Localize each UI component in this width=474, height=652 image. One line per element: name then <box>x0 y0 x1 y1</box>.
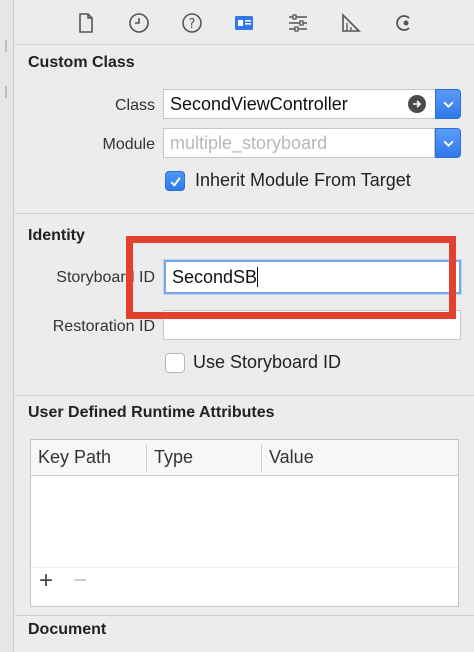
module-placeholder: multiple_storyboard <box>170 133 328 153</box>
checkmark-icon <box>169 176 181 187</box>
left-gutter <box>0 0 14 652</box>
use-storyboard-id-checkbox[interactable] <box>165 353 185 373</box>
chevron-down-icon <box>442 101 454 108</box>
gutter-mark <box>5 86 7 98</box>
connections-icon[interactable] <box>391 10 417 36</box>
inspector-toolbar: ? <box>15 0 474 45</box>
attributes-icon[interactable] <box>285 10 311 36</box>
column-header-type[interactable]: Type <box>147 440 261 476</box>
identity-title: Identity <box>28 227 85 244</box>
file-icon[interactable] <box>73 10 99 36</box>
class-value: SecondViewController <box>170 94 348 114</box>
custom-class-title: Custom Class <box>28 54 135 71</box>
section-divider <box>15 395 474 396</box>
svg-text:?: ? <box>189 17 196 32</box>
inherit-module-checkbox[interactable] <box>165 171 185 191</box>
identity-icon[interactable] <box>231 10 257 36</box>
section-divider <box>15 213 474 214</box>
module-field[interactable]: multiple_storyboard <box>163 128 435 158</box>
table-footer-divider <box>31 567 458 568</box>
go-to-class-icon[interactable] <box>408 95 426 113</box>
use-storyboard-id-label: Use Storyboard ID <box>193 352 342 372</box>
add-attribute-button[interactable]: + <box>39 568 53 594</box>
help-icon[interactable]: ? <box>179 10 205 36</box>
identity-inspector-panel: ? Custom Class Class SecondViewControlle… <box>15 0 474 652</box>
size-icon[interactable] <box>338 10 364 36</box>
runtime-attributes-title: User Defined Runtime Attributes <box>28 404 275 421</box>
table-header: Key Path Type Value <box>31 440 458 476</box>
document-title: Document <box>28 621 107 638</box>
runtime-attributes-table[interactable]: Key Path Type Value + − <box>30 439 459 607</box>
class-label: Class <box>114 97 155 114</box>
section-divider <box>15 615 474 616</box>
restoration-id-label: Restoration ID <box>52 318 155 335</box>
inherit-module-label: Inherit Module From Target <box>195 170 411 190</box>
chevron-down-icon <box>442 140 454 147</box>
remove-attribute-button[interactable]: − <box>73 568 87 594</box>
module-label: Module <box>102 136 155 153</box>
history-icon[interactable] <box>126 10 152 36</box>
class-field[interactable]: SecondViewController <box>163 89 445 119</box>
column-header-key-path[interactable]: Key Path <box>31 440 146 476</box>
module-dropdown-button[interactable] <box>435 128 461 158</box>
gutter-mark <box>5 40 7 52</box>
column-header-value[interactable]: Value <box>262 440 458 476</box>
class-dropdown-button[interactable] <box>435 89 461 119</box>
annotation-highlight-box <box>126 236 456 319</box>
